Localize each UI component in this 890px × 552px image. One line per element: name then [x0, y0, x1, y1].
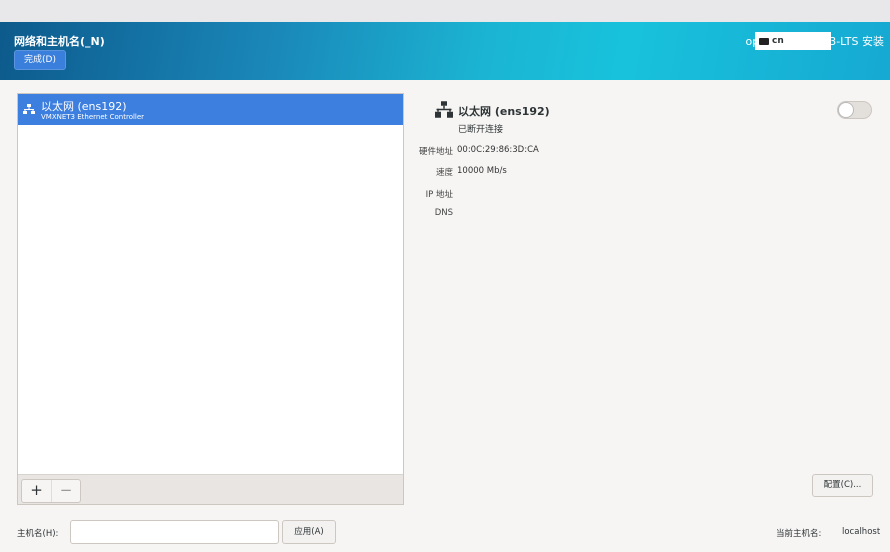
current-hostname-value: localhost	[842, 527, 881, 537]
list-toolbar: + −	[18, 474, 403, 504]
current-hostname-label: 当前主机名:	[776, 529, 822, 539]
speed-label: 速度	[435, 168, 453, 178]
hardware-address-value: 00:0C:29:86:3D:CA	[457, 145, 539, 155]
header: 网络和主机名(_N) 完成(D) openEuler 24.03-LTS 安装	[0, 22, 890, 80]
keyboard-layout-label: cn	[772, 36, 784, 46]
device-title: 以太网 (ens192)	[458, 105, 550, 118]
connection-status: 已断开连接	[458, 125, 504, 135]
hostname-input[interactable]	[70, 520, 279, 544]
configure-button[interactable]: 配置(C)...	[812, 474, 873, 497]
top-strip	[0, 0, 890, 22]
network-wired-icon	[435, 101, 453, 118]
remove-device-button[interactable]: −	[51, 480, 80, 502]
device-enable-toggle[interactable]	[837, 101, 872, 119]
speed-value: 10000 Mb/s	[457, 166, 507, 176]
network-wired-icon	[23, 104, 35, 114]
list-item[interactable]: 以太网 (ens192) VMXNET3 Ethernet Controller	[18, 94, 403, 125]
device-name: 以太网 (ens192)	[41, 100, 127, 113]
network-device-list: 以太网 (ens192) VMXNET3 Ethernet Controller…	[17, 93, 404, 505]
dns-label: DNS	[434, 208, 453, 218]
apply-button[interactable]: 应用(A)	[282, 520, 336, 544]
device-description: VMXNET3 Ethernet Controller	[41, 113, 145, 121]
page-title: 网络和主机名(_N)	[14, 35, 105, 48]
keyboard-icon	[759, 37, 769, 45]
hostname-label: 主机名(H):	[17, 529, 59, 539]
add-device-button[interactable]: +	[22, 480, 51, 502]
ip-address-label: IP 地址	[425, 190, 453, 200]
hardware-address-label: 硬件地址	[418, 147, 453, 157]
keyboard-layout-indicator[interactable]: cn	[755, 32, 831, 50]
done-button[interactable]: 完成(D)	[14, 50, 66, 70]
